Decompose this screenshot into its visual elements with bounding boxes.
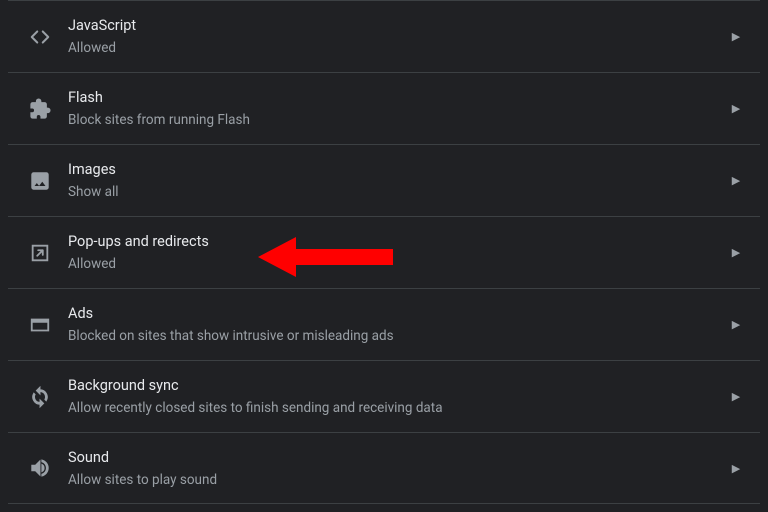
settings-row-subtitle: Allow recently closed sites to finish se… xyxy=(68,399,724,417)
settings-row-text: Sound Allow sites to play sound xyxy=(64,448,724,489)
settings-row-title: JavaScript xyxy=(68,16,724,36)
code-icon xyxy=(16,26,64,48)
settings-row-text: JavaScript Allowed xyxy=(64,16,724,57)
settings-row-text: Images Show all xyxy=(64,160,724,201)
ads-icon xyxy=(16,314,64,336)
settings-row-sound[interactable]: Sound Allow sites to play sound ▶ xyxy=(8,432,760,504)
settings-row-ads[interactable]: Ads Blocked on sites that show intrusive… xyxy=(8,288,760,360)
settings-row-title: Ads xyxy=(68,304,724,324)
chevron-right-icon: ▶ xyxy=(724,174,748,187)
chevron-right-icon: ▶ xyxy=(724,102,748,115)
settings-row-subtitle: Block sites from running Flash xyxy=(68,111,724,129)
settings-row-javascript[interactable]: JavaScript Allowed ▶ xyxy=(8,0,760,72)
settings-row-flash[interactable]: Flash Block sites from running Flash ▶ xyxy=(8,72,760,144)
extension-icon xyxy=(16,98,64,120)
settings-row-subtitle: Allow sites to play sound xyxy=(68,471,724,489)
settings-row-title: Background sync xyxy=(68,376,724,396)
chevron-right-icon: ▶ xyxy=(724,462,748,475)
settings-list: JavaScript Allowed ▶ Flash Block sites f… xyxy=(0,0,768,504)
popup-icon xyxy=(16,242,64,264)
settings-row-subtitle: Show all xyxy=(68,183,724,201)
settings-row-background-sync[interactable]: Background sync Allow recently closed si… xyxy=(8,360,760,432)
settings-row-text: Pop-ups and redirects Allowed xyxy=(64,232,724,273)
image-icon xyxy=(16,170,64,192)
chevron-right-icon: ▶ xyxy=(724,390,748,403)
settings-row-text: Ads Blocked on sites that show intrusive… xyxy=(64,304,724,345)
settings-row-text: Background sync Allow recently closed si… xyxy=(64,376,724,417)
sync-icon xyxy=(16,386,64,408)
chevron-right-icon: ▶ xyxy=(724,318,748,331)
settings-row-subtitle: Blocked on sites that show intrusive or … xyxy=(68,327,724,345)
settings-row-images[interactable]: Images Show all ▶ xyxy=(8,144,760,216)
sound-icon xyxy=(16,457,64,479)
settings-row-subtitle: Allowed xyxy=(68,39,724,57)
settings-row-popups[interactable]: Pop-ups and redirects Allowed ▶ xyxy=(8,216,760,288)
chevron-right-icon: ▶ xyxy=(724,30,748,43)
settings-row-title: Flash xyxy=(68,88,724,108)
chevron-right-icon: ▶ xyxy=(724,246,748,259)
settings-row-title: Images xyxy=(68,160,724,180)
settings-row-subtitle: Allowed xyxy=(68,255,724,273)
settings-row-title: Sound xyxy=(68,448,724,468)
settings-row-text: Flash Block sites from running Flash xyxy=(64,88,724,129)
settings-row-title: Pop-ups and redirects xyxy=(68,232,724,252)
